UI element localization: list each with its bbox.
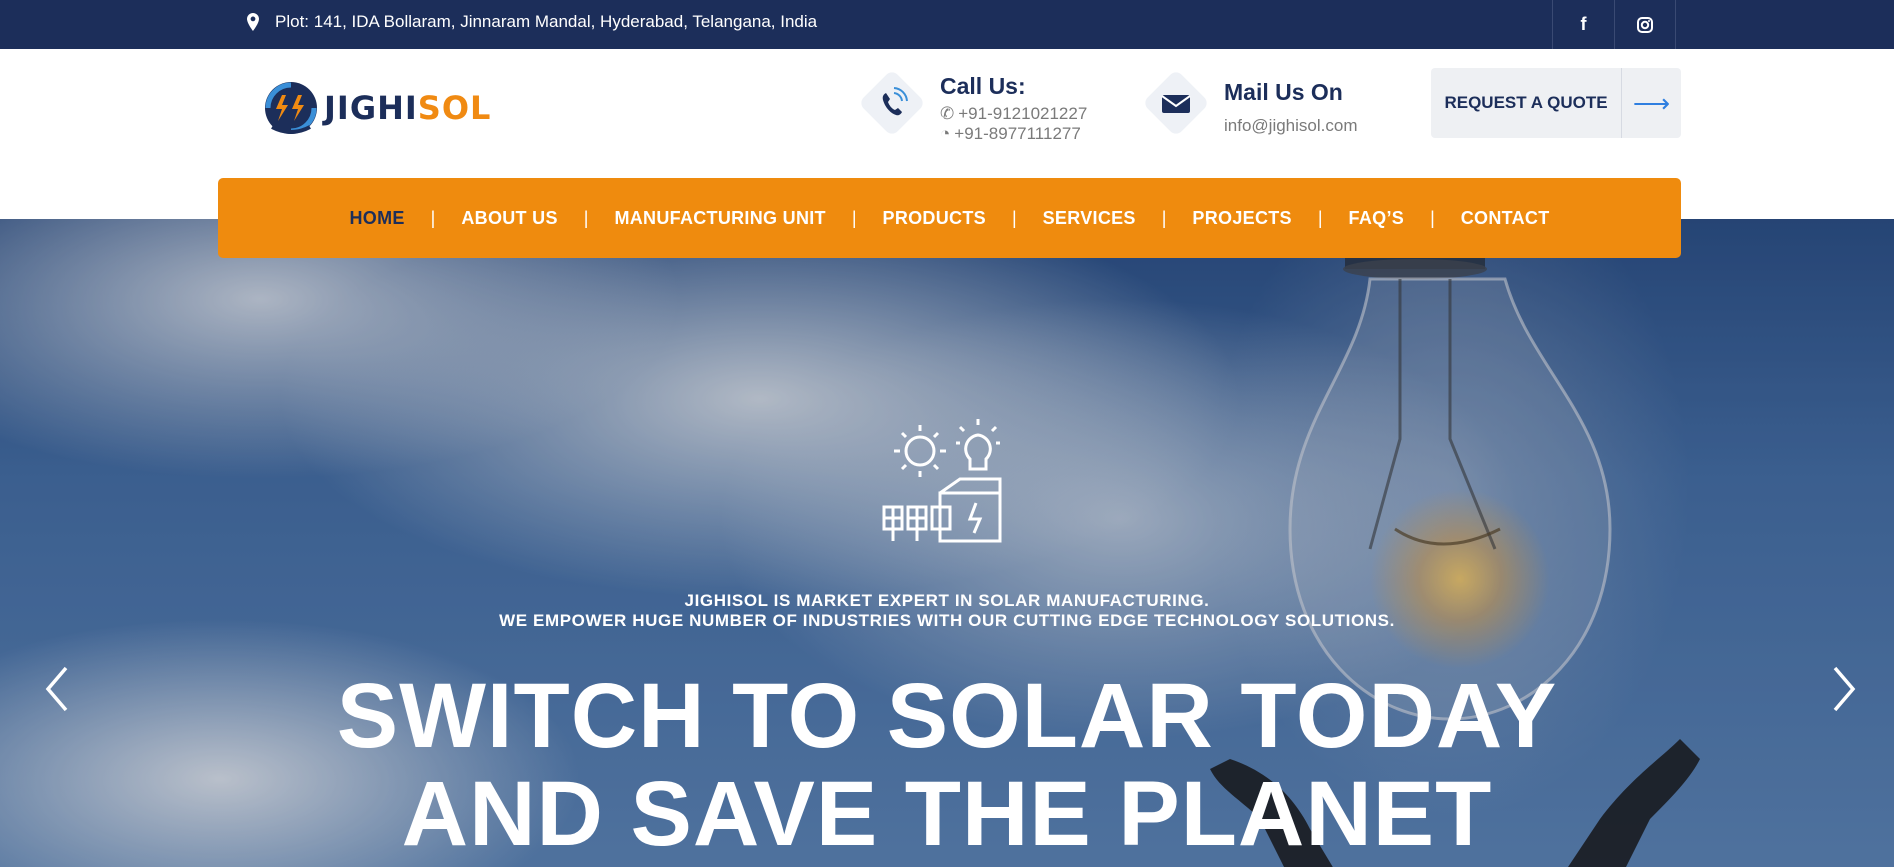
logo-text-part1: JIGHI <box>324 89 418 127</box>
hero-subtitle: JIGHISOL IS MARKET EXPERT IN SOLAR MANUF… <box>0 591 1894 631</box>
hero-subtitle-line1: JIGHISOL IS MARKET EXPERT IN SOLAR MANUF… <box>684 591 1210 610</box>
top-bar: Plot: 141, IDA Bollaram, Jinnaram Mandal… <box>0 0 1894 49</box>
mail-us-block: Mail Us On info@jighisol.com <box>1142 69 1357 137</box>
whatsapp-icon: ◔ <box>940 124 951 143</box>
hero-title-line2: AND SAVE THE PLANET <box>401 763 1493 865</box>
hero-subtitle-line2: WE EMPOWER HUGE NUMBER OF INDUSTRIES WIT… <box>499 611 1395 630</box>
nav-separator: | <box>1317 207 1323 228</box>
nav-item-manufacturing-unit[interactable]: MANUFACTURING UNIT <box>614 208 825 229</box>
nav-item-projects[interactable]: PROJECTS <box>1192 208 1291 229</box>
arrow-right-icon: ⟶ <box>1621 68 1681 138</box>
call-us-title: Call Us: <box>940 73 1026 99</box>
location-pin-icon <box>247 13 259 31</box>
phone-line[interactable]: ✆ +91-9121021227 <box>940 104 1087 124</box>
nav-item-products[interactable]: PRODUCTS <box>883 208 986 229</box>
hero-title: SWITCH TO SOLAR TODAY AND SAVE THE PLANE… <box>0 667 1894 863</box>
chevron-left-icon <box>45 666 68 712</box>
hero-slider: JIGHISOL IS MARKET EXPERT IN SOLAR MANUF… <box>0 219 1894 867</box>
phone-number[interactable]: +91-9121021227 <box>958 104 1087 124</box>
nav-separator: | <box>1430 207 1435 228</box>
request-quote-button[interactable]: REQUEST A QUOTE ⟶ <box>1431 68 1681 138</box>
logo-mark-icon <box>265 82 317 134</box>
request-quote-label: REQUEST A QUOTE <box>1444 93 1608 112</box>
mail-icon-badge <box>1142 69 1210 137</box>
nav-separator: | <box>851 207 857 228</box>
whatsapp-line[interactable]: ◔ +91-8977111277 <box>940 124 1087 144</box>
phone-small-icon: ✆ <box>940 104 955 123</box>
logo-text-part2: SOL <box>417 89 492 127</box>
call-us-block: Call Us: ✆ +91-9121021227 ◔ +91-89771112… <box>858 69 1087 144</box>
facebook-icon[interactable]: f <box>1552 0 1614 49</box>
hero-title-line1: SWITCH TO SOLAR TODAY <box>336 665 1558 767</box>
nav-item-services[interactable]: SERVICES <box>1043 208 1136 229</box>
slider-next-button[interactable] <box>1824 659 1864 719</box>
nav-item-faqs[interactable]: FAQ’S <box>1349 208 1405 229</box>
slider-prev-button[interactable] <box>37 659 77 719</box>
main-nav: HOME | ABOUT US | MANUFACTURING UNIT | P… <box>218 178 1681 258</box>
nav-item-about-us[interactable]: ABOUT US <box>461 208 557 229</box>
instagram-icon[interactable] <box>1614 0 1676 49</box>
mail-us-title: Mail Us On <box>1224 79 1343 105</box>
address: Plot: 141, IDA Bollaram, Jinnaram Mandal… <box>245 0 817 44</box>
nav-separator: | <box>583 207 589 228</box>
site-logo[interactable]: JIGHISOL <box>262 77 491 139</box>
nav-item-home[interactable]: HOME <box>349 208 404 229</box>
envelope-icon <box>1161 95 1191 113</box>
logo-text: JIGHISOL <box>324 89 491 127</box>
solar-factory-icon <box>882 419 1002 543</box>
email-link[interactable]: info@jighisol.com <box>1224 116 1357 136</box>
phone-icon-badge <box>858 69 926 137</box>
address-text: Plot: 141, IDA Bollaram, Jinnaram Mandal… <box>275 12 818 31</box>
nav-item-contact[interactable]: CONTACT <box>1461 208 1550 229</box>
instagram-glyph <box>1637 16 1653 33</box>
phone-icon <box>882 87 908 116</box>
nav-separator: | <box>430 207 436 228</box>
social-links: f <box>1552 0 1676 49</box>
nav-separator: | <box>1011 207 1017 228</box>
whatsapp-number[interactable]: +91-8977111277 <box>954 124 1081 144</box>
chevron-right-icon <box>1833 666 1856 712</box>
nav-separator: | <box>1161 207 1167 228</box>
